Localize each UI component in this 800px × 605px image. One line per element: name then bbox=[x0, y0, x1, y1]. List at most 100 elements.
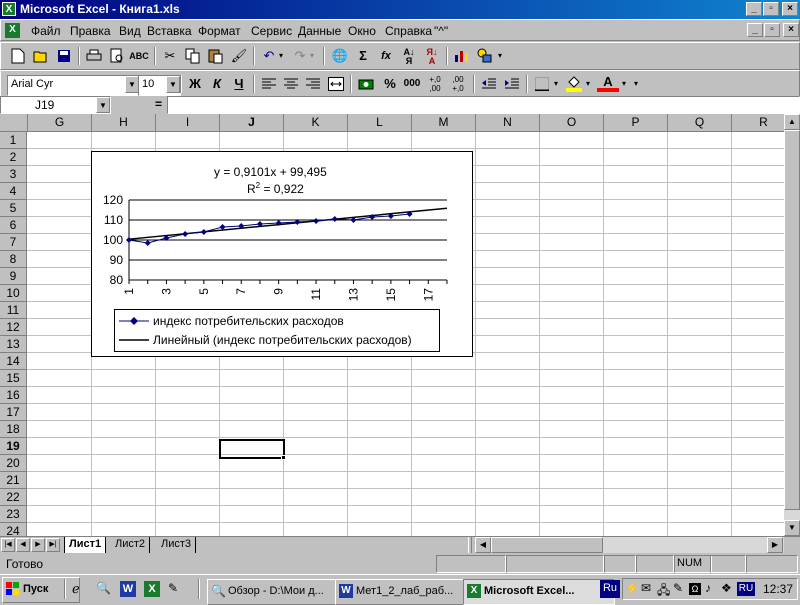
menu-data[interactable]: Данные bbox=[298, 24, 341, 38]
legend[interactable]: индекс потребительских расходов Линейный… bbox=[114, 309, 440, 352]
tray-icon[interactable]: ✎ bbox=[673, 581, 683, 595]
column-header-p[interactable]: P bbox=[604, 114, 668, 132]
italic-button[interactable]: К bbox=[206, 74, 228, 94]
ie-icon[interactable]: ℯ bbox=[72, 581, 88, 597]
task-word-doc[interactable]: W Мет1_2_лаб_раб... bbox=[335, 579, 482, 605]
sheet-tab-1[interactable]: Лист1 bbox=[64, 537, 107, 554]
formula-input[interactable] bbox=[167, 96, 800, 114]
word-icon[interactable]: W bbox=[120, 581, 136, 597]
align-left-icon[interactable] bbox=[258, 74, 280, 94]
horizontal-scrollbar[interactable]: ◀ ▶ bbox=[475, 537, 784, 553]
row-header-19[interactable]: 19 bbox=[0, 438, 27, 455]
increase-indent-icon[interactable] bbox=[501, 74, 523, 94]
row-header-21[interactable]: 21 bbox=[0, 472, 27, 489]
bold-button[interactable]: Ж bbox=[184, 74, 206, 94]
fill-handle[interactable] bbox=[281, 455, 286, 460]
select-all-button[interactable] bbox=[0, 114, 28, 132]
close-button[interactable]: × bbox=[782, 2, 798, 16]
borders-icon[interactable] bbox=[531, 74, 553, 94]
chart-area[interactable]: y = 0,9101x + 99,495 R2 = 0,922 120 110 10… bbox=[91, 151, 473, 357]
row-header-15[interactable]: 15 bbox=[0, 370, 27, 387]
font-name-combo[interactable]: Arial Cyr ▼ bbox=[7, 75, 140, 96]
sheet-tab-2[interactable]: Лист2 bbox=[111, 537, 151, 553]
workbook-icon[interactable]: X bbox=[5, 23, 20, 38]
first-sheet-icon[interactable]: |◀ bbox=[1, 538, 15, 552]
print-icon[interactable] bbox=[83, 46, 105, 66]
row-header-20[interactable]: 20 bbox=[0, 455, 27, 472]
redo-dropdown-icon[interactable]: ▾ bbox=[307, 46, 317, 66]
web-toolbar-icon[interactable]: 🌐 bbox=[329, 46, 351, 66]
drawing-icon[interactable] bbox=[474, 46, 496, 66]
task-excel[interactable]: X Microsoft Excel... bbox=[463, 579, 615, 605]
sheet-tab-3[interactable]: Лист3 bbox=[157, 537, 197, 553]
tab-split-bar[interactable] bbox=[468, 537, 472, 553]
scroll-right-icon[interactable]: ▶ bbox=[767, 537, 783, 553]
spelling-icon[interactable]: ABC bbox=[128, 46, 150, 66]
column-header-q[interactable]: Q bbox=[668, 114, 732, 132]
start-button[interactable]: Пуск bbox=[2, 577, 80, 603]
tray-icon[interactable]: ✉ bbox=[641, 581, 651, 595]
chart-wizard-icon[interactable] bbox=[451, 46, 473, 66]
tray-icon[interactable]: ❖ bbox=[721, 581, 732, 595]
new-icon[interactable] bbox=[7, 46, 29, 66]
excel-icon[interactable]: X bbox=[144, 581, 160, 597]
chevron-down-icon[interactable]: ▼ bbox=[125, 76, 139, 93]
borders-dropdown-icon[interactable]: ▾ bbox=[551, 74, 561, 94]
copy-icon[interactable] bbox=[182, 46, 204, 66]
more-buttons-icon[interactable]: ▾ bbox=[631, 74, 641, 94]
undo-dropdown-icon[interactable]: ▾ bbox=[276, 46, 286, 66]
row-header-22[interactable]: 22 bbox=[0, 489, 27, 506]
percent-button[interactable]: % bbox=[379, 74, 401, 94]
chevron-down-icon[interactable]: ▼ bbox=[166, 76, 180, 93]
row-header-1[interactable]: 1 bbox=[0, 132, 27, 149]
font-color-dropdown-icon[interactable]: ▾ bbox=[619, 74, 629, 94]
next-sheet-icon[interactable]: ▶ bbox=[31, 538, 45, 552]
formula-equals-button[interactable]: = bbox=[155, 97, 162, 111]
task-explorer[interactable]: 🔍 Обзор - D:\Мои д... bbox=[207, 579, 354, 605]
cut-icon[interactable]: ✂ bbox=[159, 46, 181, 66]
doc-minimize-button[interactable]: _ bbox=[747, 23, 763, 37]
row-header-10[interactable]: 10 bbox=[0, 285, 27, 302]
row-header-18[interactable]: 18 bbox=[0, 421, 27, 438]
column-header-h[interactable]: H bbox=[92, 114, 156, 132]
underline-button[interactable]: Ч bbox=[228, 74, 250, 94]
vertical-scroll-thumb[interactable] bbox=[784, 130, 800, 510]
function-icon[interactable]: fx bbox=[375, 46, 397, 66]
column-header-g[interactable]: G bbox=[28, 114, 92, 132]
increase-decimal-button[interactable]: +,0 ,00 bbox=[424, 74, 446, 94]
menu-help[interactable]: Справка bbox=[385, 24, 432, 38]
row-header-17[interactable]: 17 bbox=[0, 404, 27, 421]
align-right-icon[interactable] bbox=[302, 74, 324, 94]
column-header-n[interactable]: N bbox=[476, 114, 540, 132]
scroll-up-icon[interactable]: ▲ bbox=[784, 114, 800, 130]
menu-edit[interactable]: Правка bbox=[70, 24, 111, 38]
column-header-r[interactable]: R bbox=[732, 114, 784, 132]
merge-center-icon[interactable] bbox=[325, 74, 347, 94]
row-header-16[interactable]: 16 bbox=[0, 387, 27, 404]
row-header-5[interactable]: 5 bbox=[0, 200, 27, 217]
row-header-2[interactable]: 2 bbox=[0, 149, 27, 166]
last-sheet-icon[interactable]: ▶| bbox=[46, 538, 60, 552]
tray-icon[interactable]: ♪ bbox=[705, 581, 711, 595]
tray-icon[interactable]: ⚡ bbox=[625, 581, 640, 595]
menu-window[interactable]: Окно bbox=[348, 24, 376, 38]
align-center-icon[interactable] bbox=[280, 74, 302, 94]
menu-file[interactable]: Файл bbox=[31, 24, 61, 38]
column-header-o[interactable]: O bbox=[540, 114, 604, 132]
sort-ascending-icon[interactable]: A↓ Я bbox=[398, 46, 420, 66]
maximize-button[interactable]: ▫ bbox=[763, 2, 779, 16]
doc-close-button[interactable]: × bbox=[783, 23, 799, 37]
row-header-3[interactable]: 3 bbox=[0, 166, 27, 183]
menu-tools[interactable]: Сервис bbox=[251, 24, 292, 38]
menu-insert[interactable]: Вставка bbox=[147, 24, 192, 38]
font-color-icon[interactable]: A bbox=[597, 74, 619, 92]
column-header-j[interactable]: J bbox=[220, 114, 284, 132]
prev-sheet-icon[interactable]: ◀ bbox=[16, 538, 30, 552]
fill-color-icon[interactable] bbox=[563, 74, 585, 94]
row-header-6[interactable]: 6 bbox=[0, 217, 27, 234]
scroll-down-icon[interactable]: ▼ bbox=[784, 520, 800, 536]
row-header-9[interactable]: 9 bbox=[0, 268, 27, 285]
format-painter-icon[interactable]: 🖌 bbox=[228, 46, 250, 66]
row-header-8[interactable]: 8 bbox=[0, 251, 27, 268]
save-icon[interactable] bbox=[53, 46, 75, 66]
